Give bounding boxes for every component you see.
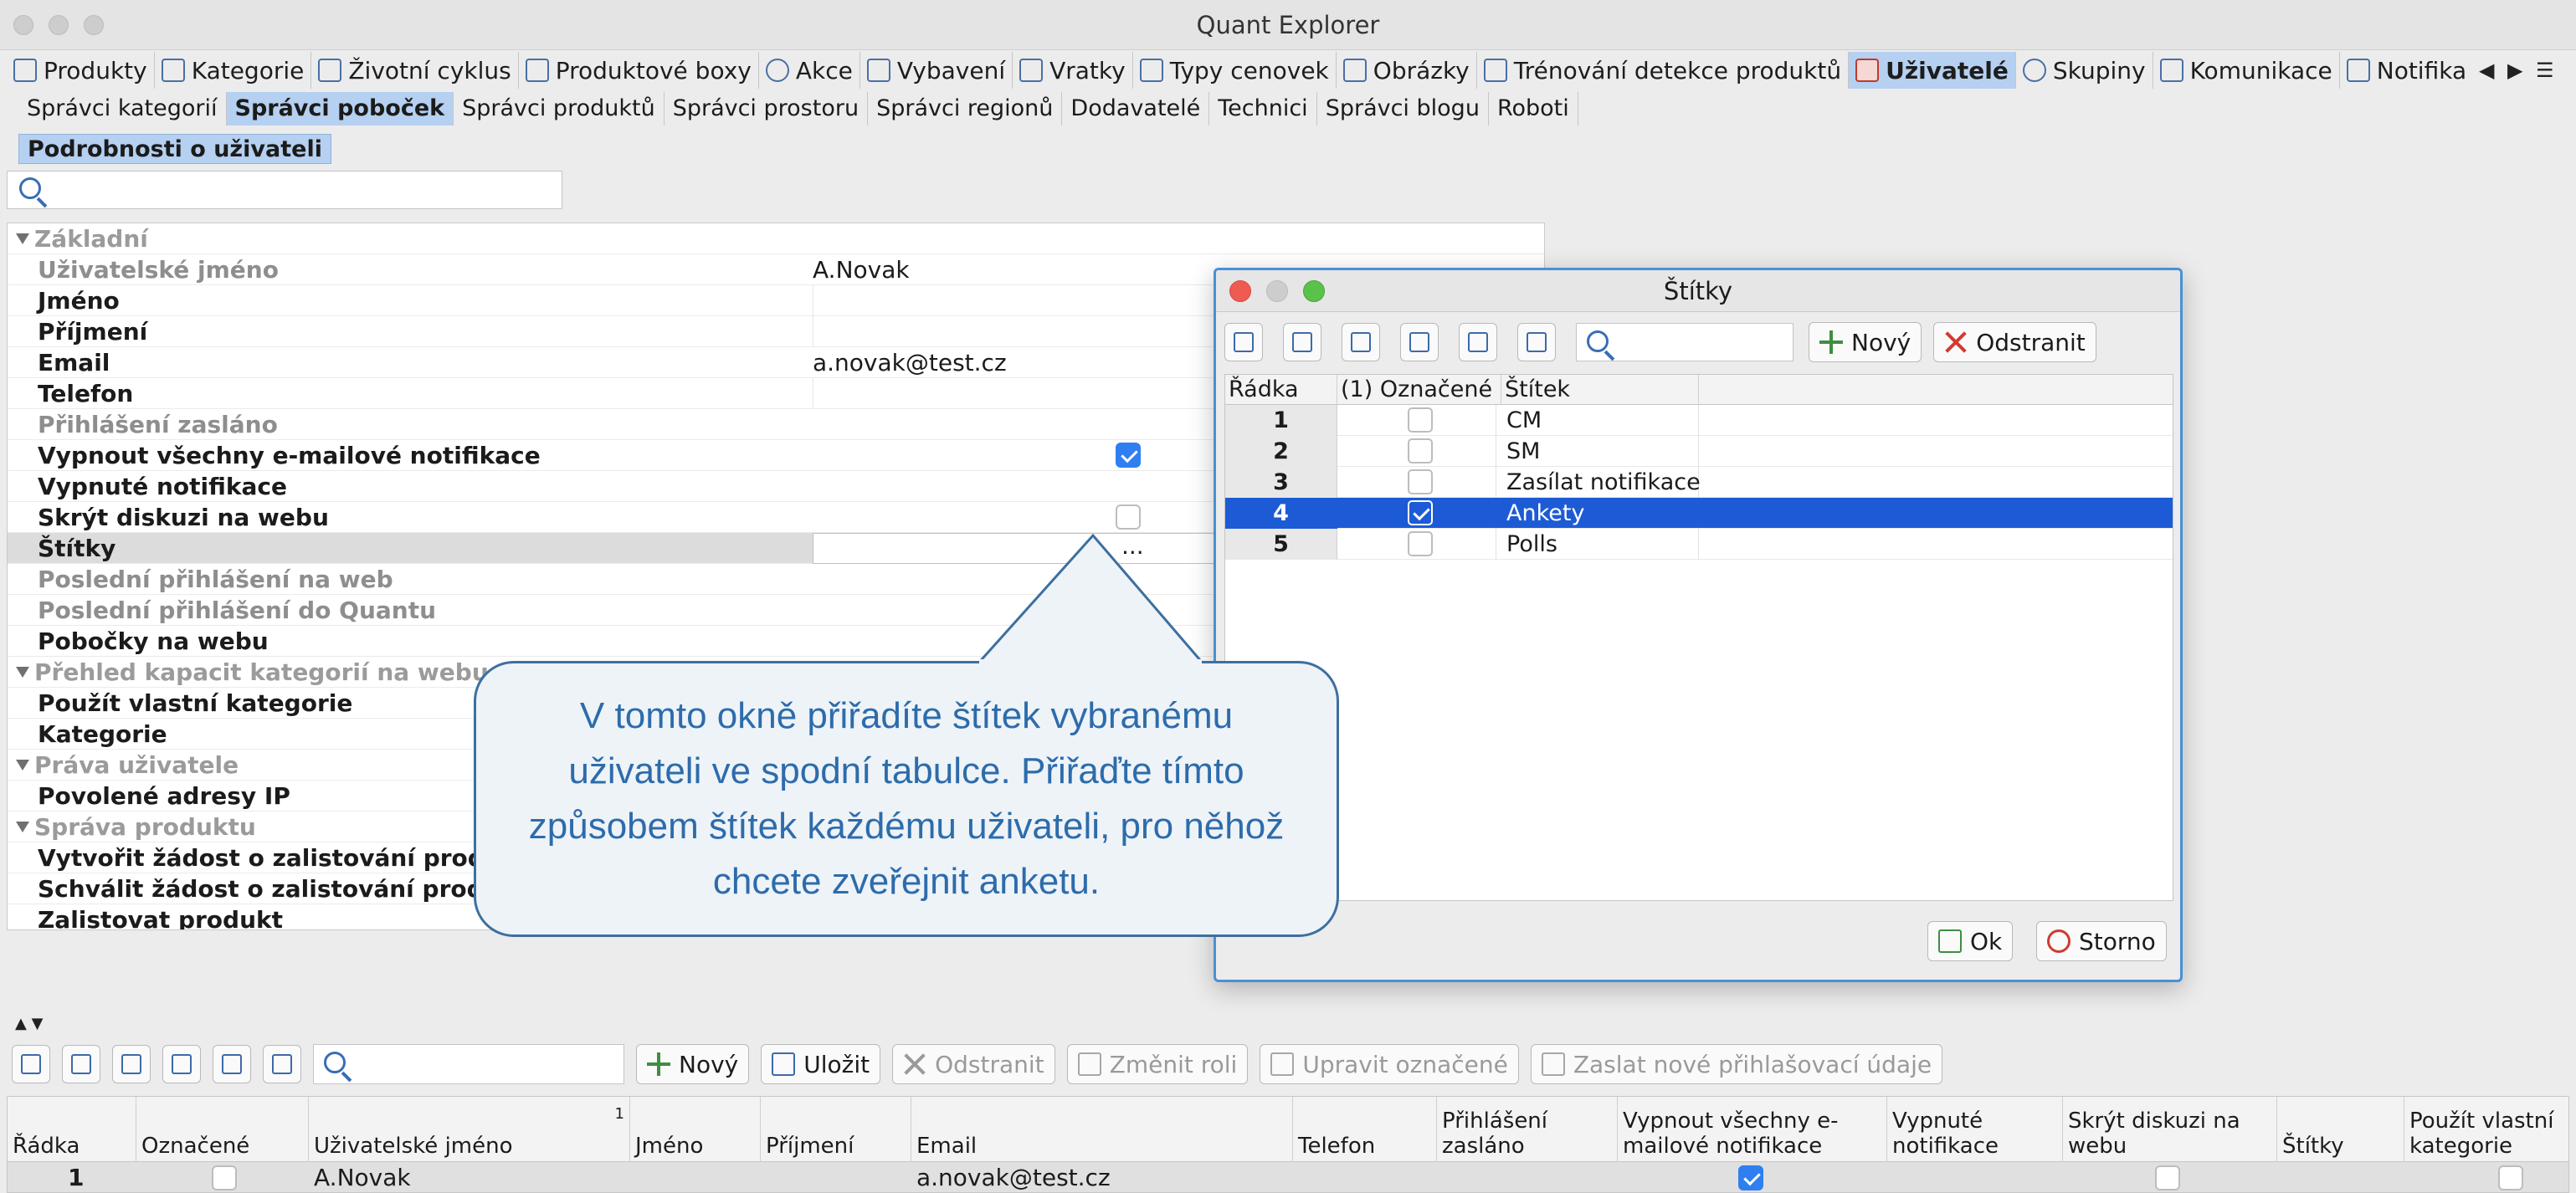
app-window: Quant Explorer Produkty Kategorie Životn… [0,0,2576,1193]
callout-pointer-fill [979,659,1202,669]
callout-pointer-mask [979,659,1202,669]
